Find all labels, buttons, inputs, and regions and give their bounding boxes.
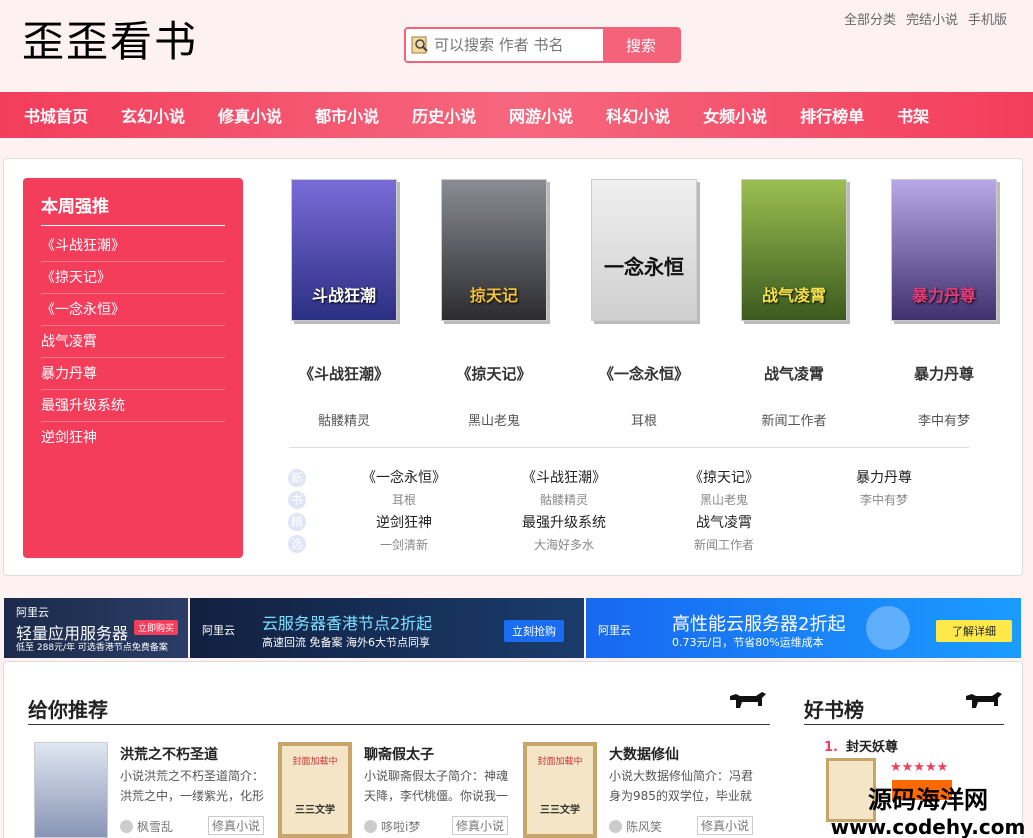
search-button[interactable]: 搜索	[603, 29, 679, 61]
book-cover[interactable]: 暴力丹尊	[891, 179, 997, 321]
book-title[interactable]: 暴力丹尊	[879, 363, 1009, 384]
nav-kehuan[interactable]: 科幻小说	[606, 103, 670, 127]
weekly-item[interactable]: 《一念永恒》	[41, 294, 225, 326]
new-book[interactable]: 暴力丹尊 李中有梦	[804, 467, 964, 508]
genre-tag[interactable]: 修真小说	[697, 816, 754, 835]
book-title[interactable]: 《斗战狂潮》	[279, 363, 409, 384]
nav-ranking[interactable]: 排行榜单	[800, 103, 864, 127]
book-cover[interactable]: 一念永恒	[591, 179, 697, 321]
nav-xuanhuan[interactable]: 玄幻小说	[121, 103, 185, 127]
avatar-icon	[120, 820, 133, 833]
book-title[interactable]: 《掠天记》	[429, 363, 559, 384]
featured-book[interactable]: 斗战狂潮 《斗战狂潮》 骷髅精灵	[279, 179, 409, 429]
weekly-item[interactable]: 《掠天记》	[41, 262, 225, 294]
avatar-icon	[609, 820, 622, 833]
nav-xiuzhen[interactable]: 修真小说	[218, 103, 282, 127]
link-mobile[interactable]: 手机版	[968, 9, 1007, 28]
ad-banner-hk-server[interactable]: 阿里云 云服务器香港节点2折起 高速回流 免备案 海外6大节点同享 立刻抢购	[190, 598, 584, 658]
weekly-item[interactable]: 逆剑狂神	[41, 422, 225, 454]
server-icon	[866, 606, 910, 650]
book-title[interactable]: 战气凌霄	[729, 363, 859, 384]
featured-section: 本周强推 《斗战狂潮》 《掠天记》 《一念永恒》 战气凌霄 暴力丹尊 最强升级系…	[3, 158, 1023, 576]
book-title[interactable]: 《一念永恒》	[579, 363, 709, 384]
recommend-book[interactable]: 封面加载中 三三文学 大数据修仙 小说大数据修仙简介：冯君身为985的双学位，毕…	[517, 742, 757, 838]
link-completed[interactable]: 完结小说	[906, 9, 958, 28]
section-divider	[289, 447, 969, 448]
ad-grab-button[interactable]: 立刻抢购	[504, 620, 564, 642]
weekly-item[interactable]: 最强升级系统	[41, 390, 225, 422]
book-author[interactable]: 骷髅精灵	[279, 410, 409, 429]
new-books-label: 新 书 精 选	[288, 469, 306, 557]
nav-dushi[interactable]: 都市小说	[315, 103, 379, 127]
link-all-categories[interactable]: 全部分类	[844, 9, 896, 28]
top-links: 全部分类 完结小说 手机版	[844, 9, 1007, 28]
rating-stars: ★★★★★	[890, 760, 949, 775]
genre-tag[interactable]: 修真小说	[452, 816, 509, 835]
new-books-grid: 《一念永恒》 耳根 《斗战狂潮》 骷髅精灵 《掠天记》 黑山老鬼 暴力丹尊 李中有梦 逆…	[324, 467, 984, 553]
nav-home[interactable]: 书城首页	[24, 103, 88, 127]
nav-bookshelf[interactable]: 书架	[897, 103, 929, 127]
recommend-title: 给你推荐	[28, 698, 108, 722]
search-box: 搜索	[404, 27, 681, 63]
featured-book[interactable]: 战气凌霄 战气凌霄 新闻工作者	[729, 179, 859, 429]
main-nav: 书城首页 玄幻小说 修真小说 都市小说 历史小说 网游小说 科幻小说 女频小说 …	[0, 92, 1033, 138]
featured-books: 斗战狂潮 《斗战狂潮》 骷髅精灵 掠天记 《掠天记》 黑山老鬼 一念永恒 《一念…	[279, 179, 1004, 429]
book-author[interactable]: 黑山老鬼	[429, 410, 559, 429]
genre-tag[interactable]: 修真小说	[208, 816, 265, 835]
book-cover[interactable]	[34, 742, 108, 838]
featured-book[interactable]: 一念永恒 《一念永恒》 耳根	[579, 179, 709, 429]
ranking-item-1[interactable]: 1. 封天妖尊	[824, 736, 898, 755]
nav-nvpin[interactable]: 女频小说	[703, 103, 767, 127]
weekly-recommend-panel: 本周强推 《斗战狂潮》 《掠天记》 《一念永恒》 战气凌霄 暴力丹尊 最强升级系…	[23, 178, 243, 558]
book-cover[interactable]: 斗战狂潮	[291, 179, 397, 321]
weekly-item[interactable]: 暴力丹尊	[41, 358, 225, 390]
ranking-title: 好书榜	[804, 698, 864, 722]
weekly-item[interactable]: 战气凌霄	[41, 326, 225, 358]
book-cover[interactable]: 战气凌霄	[741, 179, 847, 321]
watermark: 源码海洋网 www.codehy.com	[830, 786, 1026, 838]
avatar-icon	[364, 820, 377, 833]
new-book[interactable]: 最强升级系统 大海好多水	[484, 512, 644, 553]
book-author[interactable]: 李中有梦	[879, 410, 1009, 429]
book-cover[interactable]: 封面加载中 三三文学	[523, 742, 597, 838]
bull-icon	[726, 688, 768, 718]
new-book[interactable]: 《斗战狂潮》 骷髅精灵	[484, 467, 644, 508]
bull-icon	[962, 688, 1004, 718]
book-cover[interactable]: 掠天记	[441, 179, 547, 321]
book-cover[interactable]: 封面加载中 三三文学	[278, 742, 352, 838]
ad-banner-light-server[interactable]: 阿里云 轻量应用服务器 低至 288元/年 可选香港节点免费备案 立即购买	[4, 598, 188, 658]
ad-buy-button[interactable]: 立即购买	[134, 620, 179, 635]
site-logo[interactable]: 歪歪看书	[22, 8, 198, 69]
featured-book[interactable]: 暴力丹尊 暴力丹尊 李中有梦	[879, 179, 1009, 429]
recommend-book[interactable]: 洪荒之不朽圣道 小说洪荒之不朽圣道简介：洪荒之中，一缕紫光，化形 枫雪乱 修真小…	[28, 742, 268, 838]
new-book[interactable]: 《掠天记》 黑山老鬼	[644, 467, 804, 508]
new-book[interactable]: 战气凌霄 新闻工作者	[644, 512, 804, 553]
search-input[interactable]	[434, 29, 603, 61]
featured-book[interactable]: 掠天记 《掠天记》 黑山老鬼	[429, 179, 559, 429]
new-book[interactable]: 逆剑狂神 一剑清新	[324, 512, 484, 553]
weekly-item[interactable]: 《斗战狂潮》	[41, 230, 225, 262]
book-author[interactable]: 新闻工作者	[729, 410, 859, 429]
ad-learn-more-button[interactable]: 了解详细	[936, 620, 1012, 642]
book-author[interactable]: 耳根	[579, 410, 709, 429]
weekly-title: 本周强推	[41, 192, 225, 226]
new-book[interactable]: 《一念永恒》 耳根	[324, 467, 484, 508]
ad-banner-cloud-server[interactable]: 阿里云 高性能云服务器2折起 0.73元/日，节省80%运维成本 了解详细	[586, 598, 1021, 658]
nav-lishi[interactable]: 历史小说	[412, 103, 476, 127]
nav-wangyou[interactable]: 网游小说	[509, 103, 573, 127]
book-search-icon	[406, 29, 434, 61]
recommend-book[interactable]: 封面加载中 三三文学 聊斋假太子 小说聊斋假太子简介：神魂天降，李代桃僵。你说我…	[272, 742, 512, 838]
